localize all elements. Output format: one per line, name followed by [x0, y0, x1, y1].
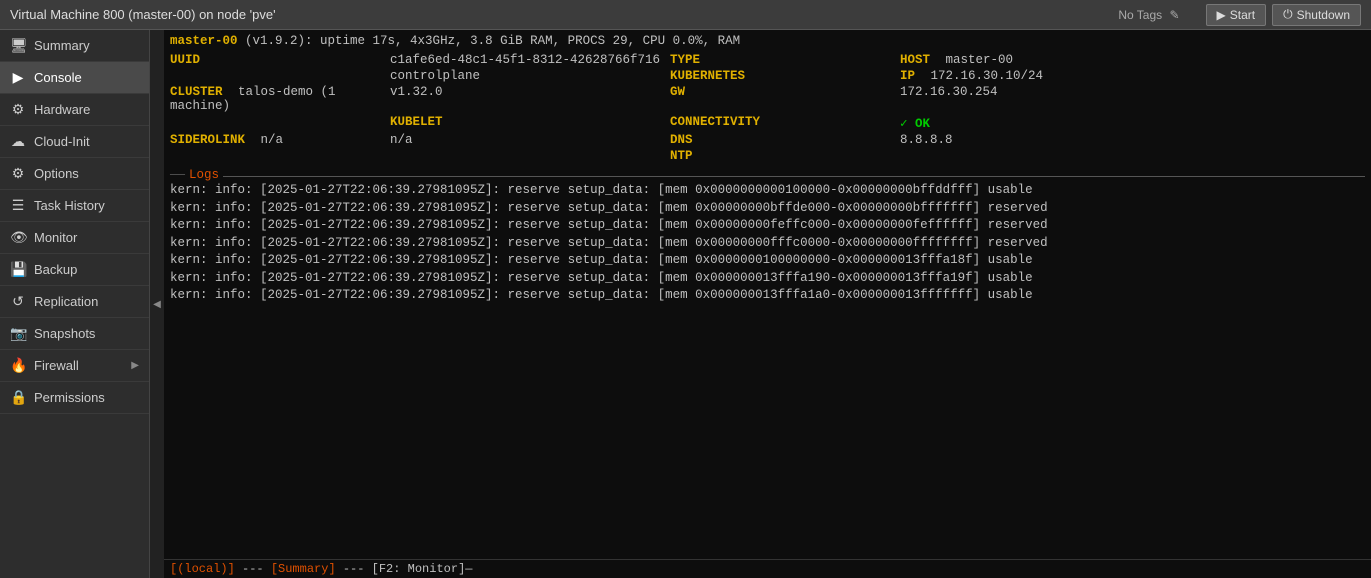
- replication-icon: ↺: [10, 293, 26, 310]
- gw-key-cell: GW: [670, 84, 900, 114]
- ip-key-cell: IP 172.16.30.10/24: [900, 68, 1365, 84]
- terminal-output: master-00 (v1.9.2): uptime 17s, 4x3GHz, …: [164, 30, 1371, 559]
- log-line: kern: info: [2025-01-27T22:06:39.2798109…: [170, 182, 1365, 200]
- power-icon: ⏻: [1283, 7, 1293, 22]
- sidebar-content: ◀ master-00 (v1.9.2): uptime 17s, 4x3GHz…: [150, 30, 1371, 578]
- dns-key-cell: DNS: [670, 132, 900, 148]
- backup-icon: 💾: [10, 261, 26, 278]
- connectivity-key-cell: CONNECTIVITY: [670, 114, 900, 132]
- type-val-cell: controlplane: [390, 68, 670, 84]
- hardware-icon: ⚙: [10, 101, 26, 118]
- console-icon: ▶: [10, 69, 26, 86]
- host-key-cell: HOST master-00: [900, 52, 1365, 68]
- kubelet-key-cell: KUBELET: [390, 114, 670, 132]
- tags-text: No Tags: [1118, 8, 1162, 22]
- type-key-cell: TYPE: [670, 52, 900, 68]
- info-table: UUID c1afe6ed-48c1-45f1-8312-42628766f71…: [170, 52, 1365, 164]
- vm-info: (v1.9.2): uptime 17s, 4x3GHz, 3.8 GiB RA…: [245, 34, 740, 48]
- sidebar-collapse-button[interactable]: ◀: [150, 30, 164, 578]
- window-title: Virtual Machine 800 (master-00) on node …: [10, 7, 1118, 22]
- shutdown-button[interactable]: ⏻ Shutdown: [1272, 4, 1361, 26]
- sidebar-item-hardware[interactable]: ⚙ Hardware: [0, 94, 149, 126]
- cluster-key-cell: CLUSTER talos-demo (1 machine): [170, 84, 390, 114]
- task-history-icon: ☰: [10, 197, 26, 214]
- uuid-val-cell: c1afe6ed-48c1-45f1-8312-42628766f716: [390, 52, 670, 68]
- sidebar-item-options[interactable]: ⚙ Options: [0, 158, 149, 190]
- permissions-icon: 🔒: [10, 389, 26, 406]
- sidebar-item-summary[interactable]: 🖥 Summary: [0, 30, 149, 62]
- gw-val-cell: 172.16.30.254: [900, 84, 1365, 114]
- log-line: kern: info: [2025-01-27T22:06:39.2798109…: [170, 235, 1365, 253]
- log-line: kern: info: [2025-01-27T22:06:39.2798109…: [170, 200, 1365, 218]
- sidebar-item-task-history[interactable]: ☰ Task History: [0, 190, 149, 222]
- sidebar-item-snapshots[interactable]: 📷 Snapshots: [0, 318, 149, 350]
- uuid-blank: [170, 68, 390, 84]
- monitor-icon: 👁: [10, 229, 26, 246]
- start-button[interactable]: ▶ Start: [1206, 4, 1267, 26]
- vm-name: master-00: [170, 34, 238, 48]
- kubelet-val-cell: n/a: [390, 132, 670, 148]
- edit-icon[interactable]: ✎: [1169, 8, 1179, 22]
- snapshots-icon: 📷: [10, 325, 26, 342]
- start-icon: ▶: [1217, 8, 1226, 22]
- log-lines-container: kern: info: [2025-01-27T22:06:39.2798109…: [170, 182, 1365, 305]
- firewall-expand-icon: ▶: [131, 360, 139, 371]
- connectivity-val-cell: ✓ OK: [900, 114, 1365, 132]
- blank1: [170, 148, 390, 164]
- log-line: kern: info: [2025-01-27T22:06:39.2798109…: [170, 270, 1365, 288]
- statusbar-local: [(local)]: [170, 562, 235, 576]
- statusbar-f2: --- [F2: Monitor]—: [343, 562, 473, 576]
- ntp-val-cell: [900, 148, 1365, 164]
- console-content[interactable]: master-00 (v1.9.2): uptime 17s, 4x3GHz, …: [164, 30, 1371, 578]
- sidebar-item-backup[interactable]: 💾 Backup: [0, 254, 149, 286]
- options-icon: ⚙: [10, 165, 26, 182]
- log-line: kern: info: [2025-01-27T22:06:39.2798109…: [170, 252, 1365, 270]
- sidebar-item-firewall[interactable]: 🔥 Firewall ▶: [0, 350, 149, 382]
- logs-label: Logs: [189, 168, 219, 182]
- dns-val-cell: 8.8.8.8: [900, 132, 1365, 148]
- kubernetes-key-cell: KUBERNETES: [670, 68, 900, 84]
- logs-hr: [223, 176, 1365, 177]
- statusbar-summary: [Summary]: [271, 562, 336, 576]
- sidebar-item-replication[interactable]: ↺ Replication: [0, 286, 149, 318]
- log-line: kern: info: [2025-01-27T22:06:39.2798109…: [170, 217, 1365, 235]
- statusbar: [(local)] --- [Summary] --- [F2: Monitor…: [164, 559, 1371, 578]
- logs-divider-row: —— Logs: [170, 168, 1365, 182]
- sidebar-item-cloud-init[interactable]: ☁ Cloud-Init: [0, 126, 149, 158]
- log-line: kern: info: [2025-01-27T22:06:39.2798109…: [170, 287, 1365, 305]
- ntp-key-cell: NTP: [670, 148, 900, 164]
- topbar: Virtual Machine 800 (master-00) on node …: [0, 0, 1371, 30]
- sidebar: 🖥 Summary ▶ Console ⚙ Hardware ☁ Cloud-I…: [0, 30, 150, 578]
- sidebar-item-permissions[interactable]: 🔒 Permissions: [0, 382, 149, 414]
- uuid-key-cell: UUID: [170, 52, 390, 68]
- firewall-icon: 🔥: [10, 357, 26, 374]
- siderolink-key-cell: SIDEROLINK n/a: [170, 132, 390, 148]
- tags-label[interactable]: No Tags ✎: [1118, 8, 1179, 22]
- sidebar-item-console[interactable]: ▶ Console: [0, 62, 149, 94]
- kubernetes-val-cell: v1.32.0: [390, 84, 670, 114]
- sidebar-item-monitor[interactable]: 👁 Monitor: [0, 222, 149, 254]
- summary-icon: 🖥: [10, 37, 26, 54]
- cloud-init-icon: ☁: [10, 133, 26, 150]
- main-layout: 🖥 Summary ▶ Console ⚙ Hardware ☁ Cloud-I…: [0, 30, 1371, 578]
- vm-header-line: master-00 (v1.9.2): uptime 17s, 4x3GHz, …: [170, 34, 1365, 48]
- blank2: [390, 148, 670, 164]
- cluster-blank: [170, 114, 390, 132]
